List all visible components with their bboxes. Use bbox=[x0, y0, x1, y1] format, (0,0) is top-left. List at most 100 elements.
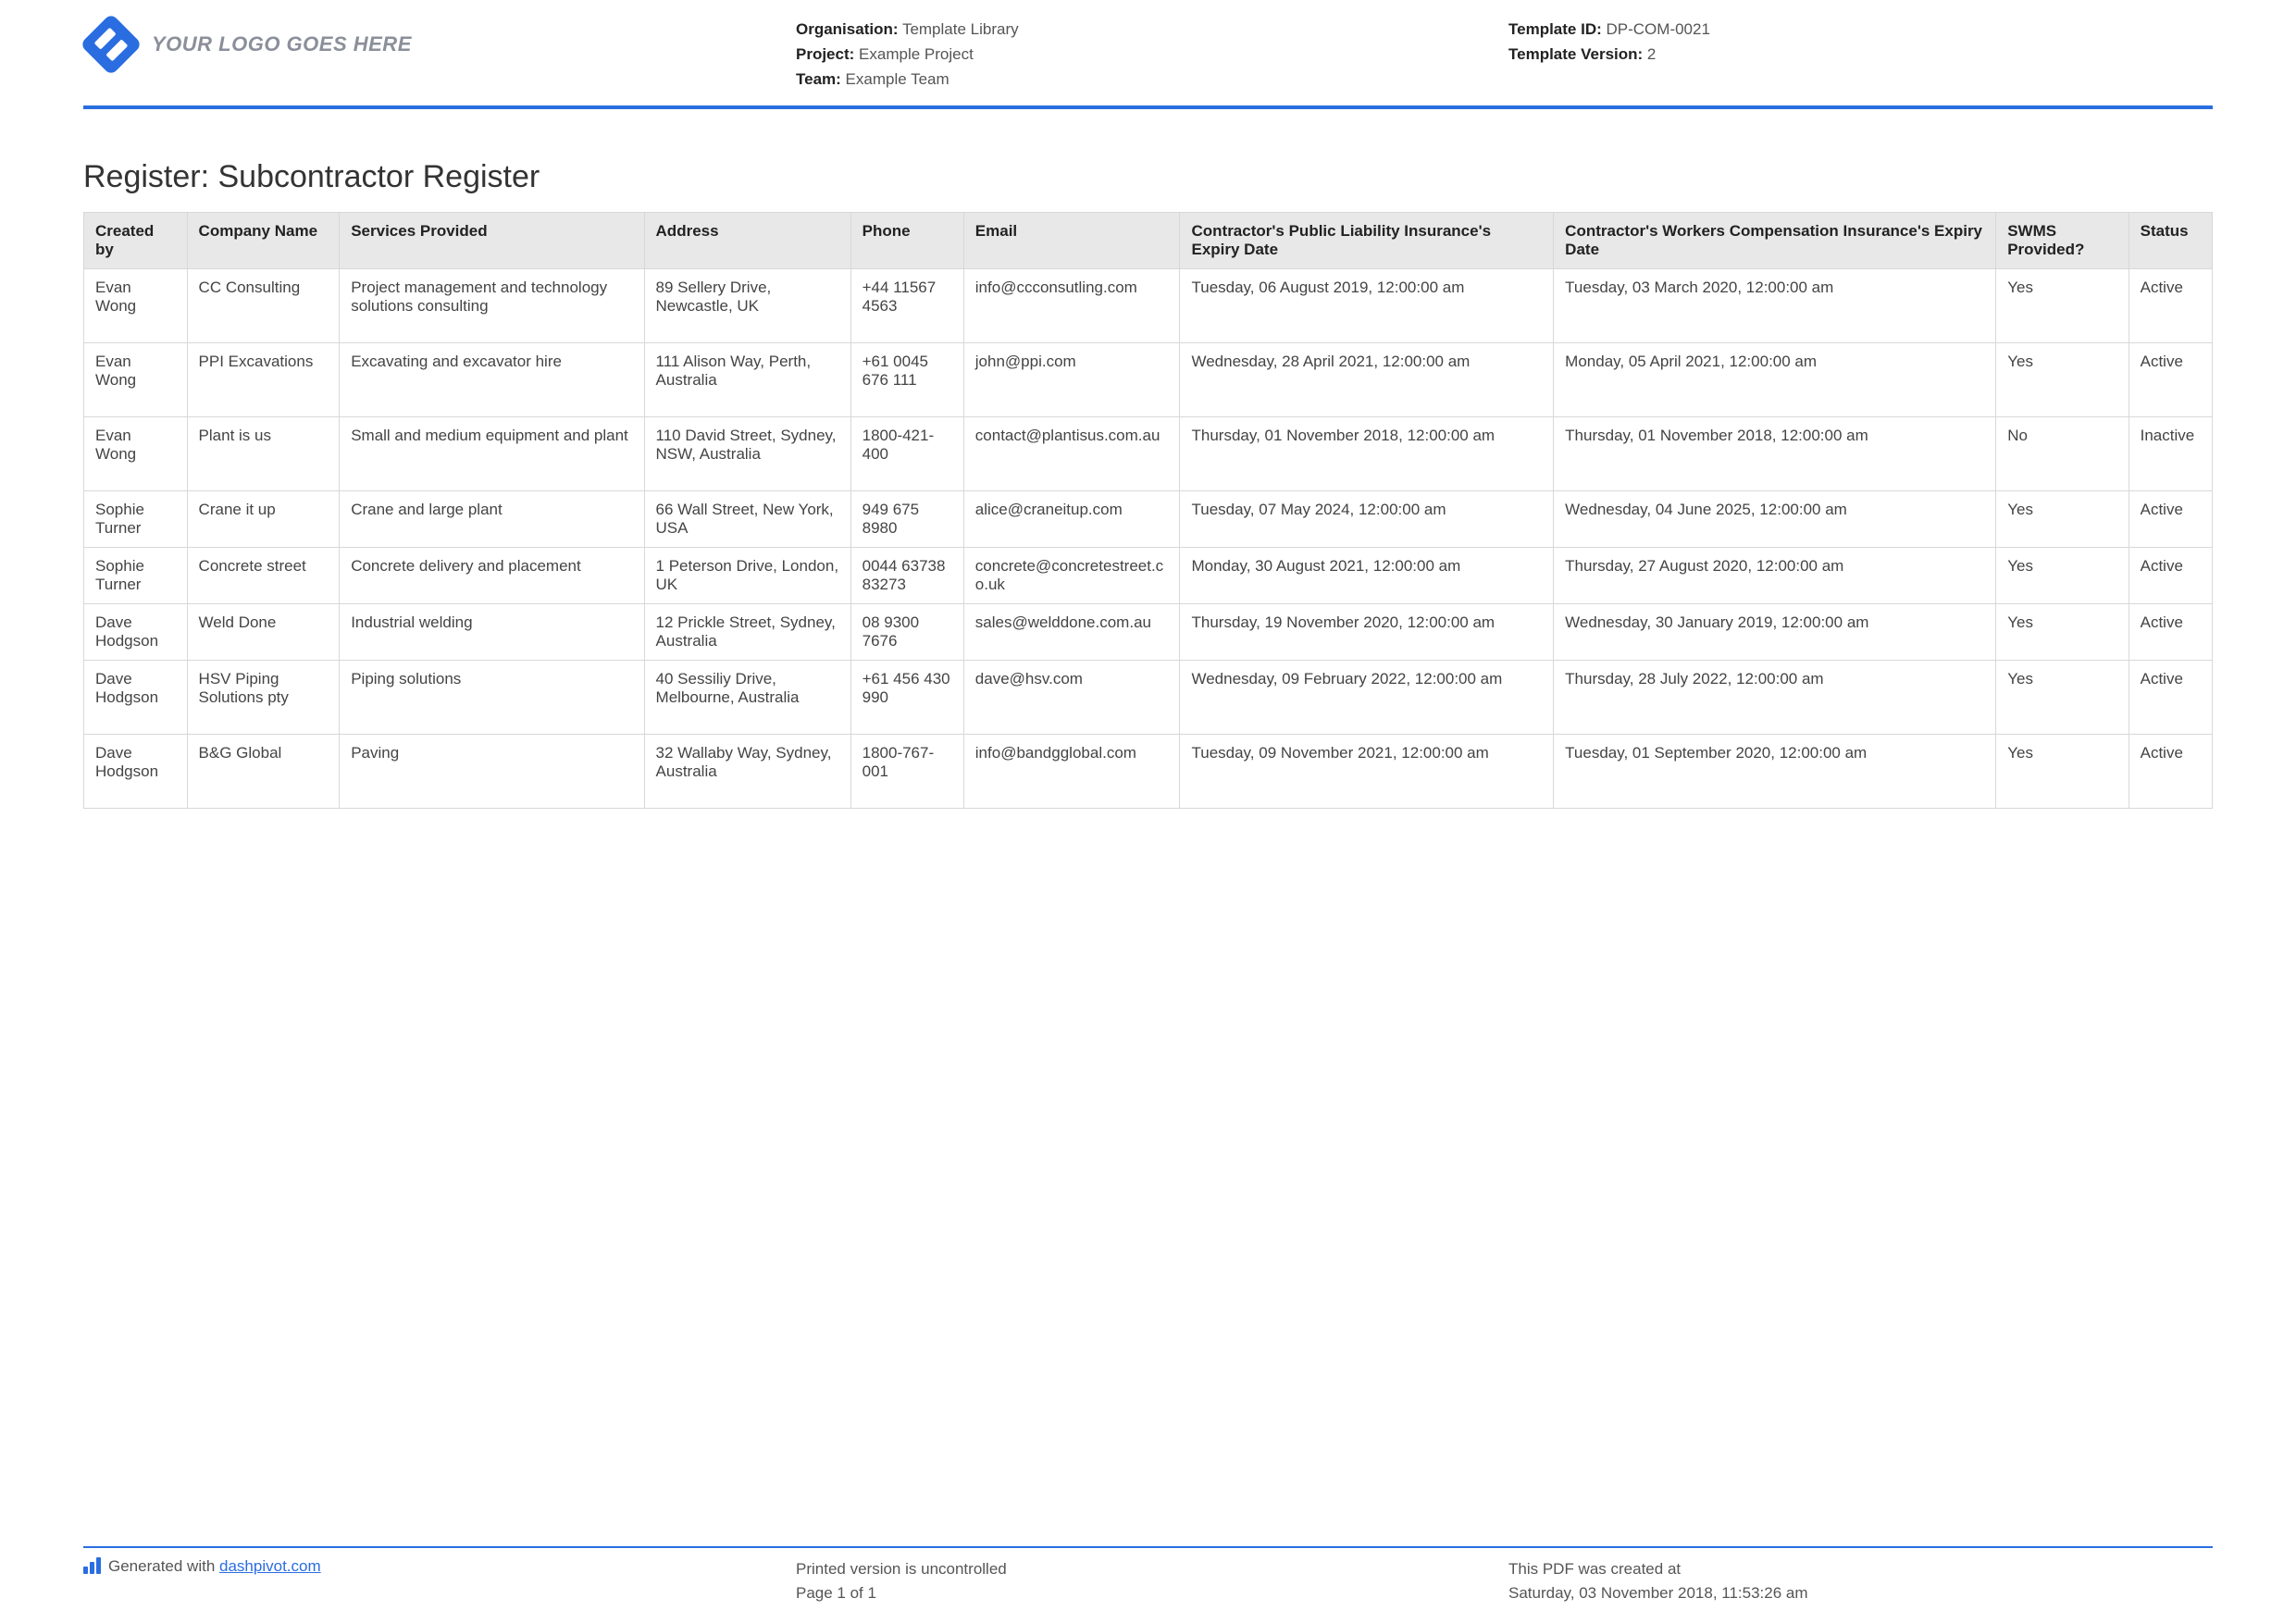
cell-email: concrete@concretestreet.co.uk bbox=[963, 547, 1180, 603]
cell-created_by: Dave Hodgson bbox=[84, 734, 188, 808]
cell-liability: Tuesday, 09 November 2021, 12:00:00 am bbox=[1180, 734, 1554, 808]
page-title: Register: Subcontractor Register bbox=[83, 159, 2213, 195]
col-header-phone: Phone bbox=[850, 212, 963, 268]
cell-created_by: Dave Hodgson bbox=[84, 660, 188, 734]
team-value: Example Team bbox=[846, 70, 949, 88]
cell-phone: 1800-421-400 bbox=[850, 416, 963, 490]
cell-address: 32 Wallaby Way, Sydney, Australia bbox=[644, 734, 850, 808]
cell-phone: +61 456 430 990 bbox=[850, 660, 963, 734]
cell-workers: Wednesday, 04 June 2025, 12:00:00 am bbox=[1554, 490, 1996, 547]
cell-status: Active bbox=[2128, 490, 2212, 547]
register-table: Created by Company Name Services Provide… bbox=[83, 212, 2213, 809]
cell-created_by: Sophie Turner bbox=[84, 490, 188, 547]
header-meta-left: Organisation: Template Library Project: … bbox=[796, 17, 1508, 93]
cell-swms: Yes bbox=[1996, 660, 2128, 734]
cell-services: Small and medium equipment and plant bbox=[340, 416, 644, 490]
cell-swms: Yes bbox=[1996, 603, 2128, 660]
cell-email: info@bandgglobal.com bbox=[963, 734, 1180, 808]
cell-liability: Tuesday, 07 May 2024, 12:00:00 am bbox=[1180, 490, 1554, 547]
cell-address: 66 Wall Street, New York, USA bbox=[644, 490, 850, 547]
cell-company: Weld Done bbox=[187, 603, 340, 660]
generated-prefix: Generated with bbox=[108, 1557, 219, 1575]
page-count: Page 1 of 1 bbox=[796, 1581, 1508, 1605]
cell-address: 1 Peterson Drive, London, UK bbox=[644, 547, 850, 603]
dashpivot-link[interactable]: dashpivot.com bbox=[219, 1557, 321, 1575]
cell-workers: Tuesday, 03 March 2020, 12:00:00 am bbox=[1554, 268, 1996, 342]
cell-status: Active bbox=[2128, 660, 2212, 734]
template-version-value: 2 bbox=[1647, 45, 1656, 63]
project-label: Project: bbox=[796, 45, 854, 63]
cell-status: Active bbox=[2128, 734, 2212, 808]
cell-company: Concrete street bbox=[187, 547, 340, 603]
created-value: Saturday, 03 November 2018, 11:53:26 am bbox=[1508, 1581, 2213, 1605]
team-label: Team: bbox=[796, 70, 841, 88]
cell-created_by: Dave Hodgson bbox=[84, 603, 188, 660]
table-body: Evan WongCC ConsultingProject management… bbox=[84, 268, 2213, 808]
col-header-status: Status bbox=[2128, 212, 2212, 268]
cell-company: PPI Excavations bbox=[187, 342, 340, 416]
cell-services: Paving bbox=[340, 734, 644, 808]
cell-address: 40 Sessiliy Drive, Melbourne, Australia bbox=[644, 660, 850, 734]
logo-text: YOUR LOGO GOES HERE bbox=[152, 32, 412, 56]
footer-mid: Printed version is uncontrolled Page 1 o… bbox=[796, 1557, 1508, 1604]
cell-address: 110 David Street, Sydney, NSW, Australia bbox=[644, 416, 850, 490]
cell-liability: Monday, 30 August 2021, 12:00:00 am bbox=[1180, 547, 1554, 603]
project-value: Example Project bbox=[859, 45, 974, 63]
cell-company: Crane it up bbox=[187, 490, 340, 547]
cell-swms: Yes bbox=[1996, 342, 2128, 416]
cell-company: HSV Piping Solutions pty bbox=[187, 660, 340, 734]
table-row: Sophie TurnerConcrete streetConcrete del… bbox=[84, 547, 2213, 603]
col-header-workers: Contractor's Workers Compensation Insura… bbox=[1554, 212, 1996, 268]
cell-swms: No bbox=[1996, 416, 2128, 490]
cell-phone: 1800-767-001 bbox=[850, 734, 963, 808]
cell-company: B&G Global bbox=[187, 734, 340, 808]
cell-workers: Thursday, 28 July 2022, 12:00:00 am bbox=[1554, 660, 1996, 734]
cell-services: Excavating and excavator hire bbox=[340, 342, 644, 416]
col-header-services: Services Provided bbox=[340, 212, 644, 268]
cell-email: alice@craneitup.com bbox=[963, 490, 1180, 547]
col-header-address: Address bbox=[644, 212, 850, 268]
header: YOUR LOGO GOES HERE Organisation: Templa… bbox=[83, 17, 2213, 109]
cell-created_by: Sophie Turner bbox=[84, 547, 188, 603]
cell-company: Plant is us bbox=[187, 416, 340, 490]
cell-status: Active bbox=[2128, 342, 2212, 416]
cell-address: 12 Prickle Street, Sydney, Australia bbox=[644, 603, 850, 660]
cell-swms: Yes bbox=[1996, 734, 2128, 808]
cell-status: Active bbox=[2128, 268, 2212, 342]
cell-swms: Yes bbox=[1996, 547, 2128, 603]
col-header-swms: SWMS Provided? bbox=[1996, 212, 2128, 268]
col-header-company: Company Name bbox=[187, 212, 340, 268]
template-version-label: Template Version: bbox=[1508, 45, 1643, 63]
cell-email: john@ppi.com bbox=[963, 342, 1180, 416]
cell-status: Active bbox=[2128, 547, 2212, 603]
template-id-label: Template ID: bbox=[1508, 20, 1602, 38]
uncontrolled-note: Printed version is uncontrolled bbox=[796, 1557, 1508, 1581]
table-row: Evan WongPlant is usSmall and medium equ… bbox=[84, 416, 2213, 490]
cell-services: Industrial welding bbox=[340, 603, 644, 660]
cell-workers: Wednesday, 30 January 2019, 12:00:00 am bbox=[1554, 603, 1996, 660]
col-header-email: Email bbox=[963, 212, 1180, 268]
cell-phone: 08 9300 7676 bbox=[850, 603, 963, 660]
org-label: Organisation: bbox=[796, 20, 899, 38]
cell-workers: Tuesday, 01 September 2020, 12:00:00 am bbox=[1554, 734, 1996, 808]
cell-services: Piping solutions bbox=[340, 660, 644, 734]
table-row: Dave HodgsonHSV Piping Solutions ptyPipi… bbox=[84, 660, 2213, 734]
cell-created_by: Evan Wong bbox=[84, 268, 188, 342]
cell-liability: Tuesday, 06 August 2019, 12:00:00 am bbox=[1180, 268, 1554, 342]
cell-status: Inactive bbox=[2128, 416, 2212, 490]
footer-right: This PDF was created at Saturday, 03 Nov… bbox=[1508, 1557, 2213, 1604]
cell-email: contact@plantisus.com.au bbox=[963, 416, 1180, 490]
cell-created_by: Evan Wong bbox=[84, 342, 188, 416]
cell-created_by: Evan Wong bbox=[84, 416, 188, 490]
cell-address: 111 Alison Way, Perth, Australia bbox=[644, 342, 850, 416]
table-header-row: Created by Company Name Services Provide… bbox=[84, 212, 2213, 268]
cell-services: Project management and technology soluti… bbox=[340, 268, 644, 342]
cell-phone: 0044 63738 83273 bbox=[850, 547, 963, 603]
footer: Generated with dashpivot.com Printed ver… bbox=[83, 1546, 2213, 1604]
cell-liability: Thursday, 01 November 2018, 12:00:00 am bbox=[1180, 416, 1554, 490]
org-value: Template Library bbox=[902, 20, 1019, 38]
cell-email: info@ccconsutling.com bbox=[963, 268, 1180, 342]
table-row: Evan WongCC ConsultingProject management… bbox=[84, 268, 2213, 342]
logo-block: YOUR LOGO GOES HERE bbox=[83, 17, 796, 72]
cell-workers: Monday, 05 April 2021, 12:00:00 am bbox=[1554, 342, 1996, 416]
